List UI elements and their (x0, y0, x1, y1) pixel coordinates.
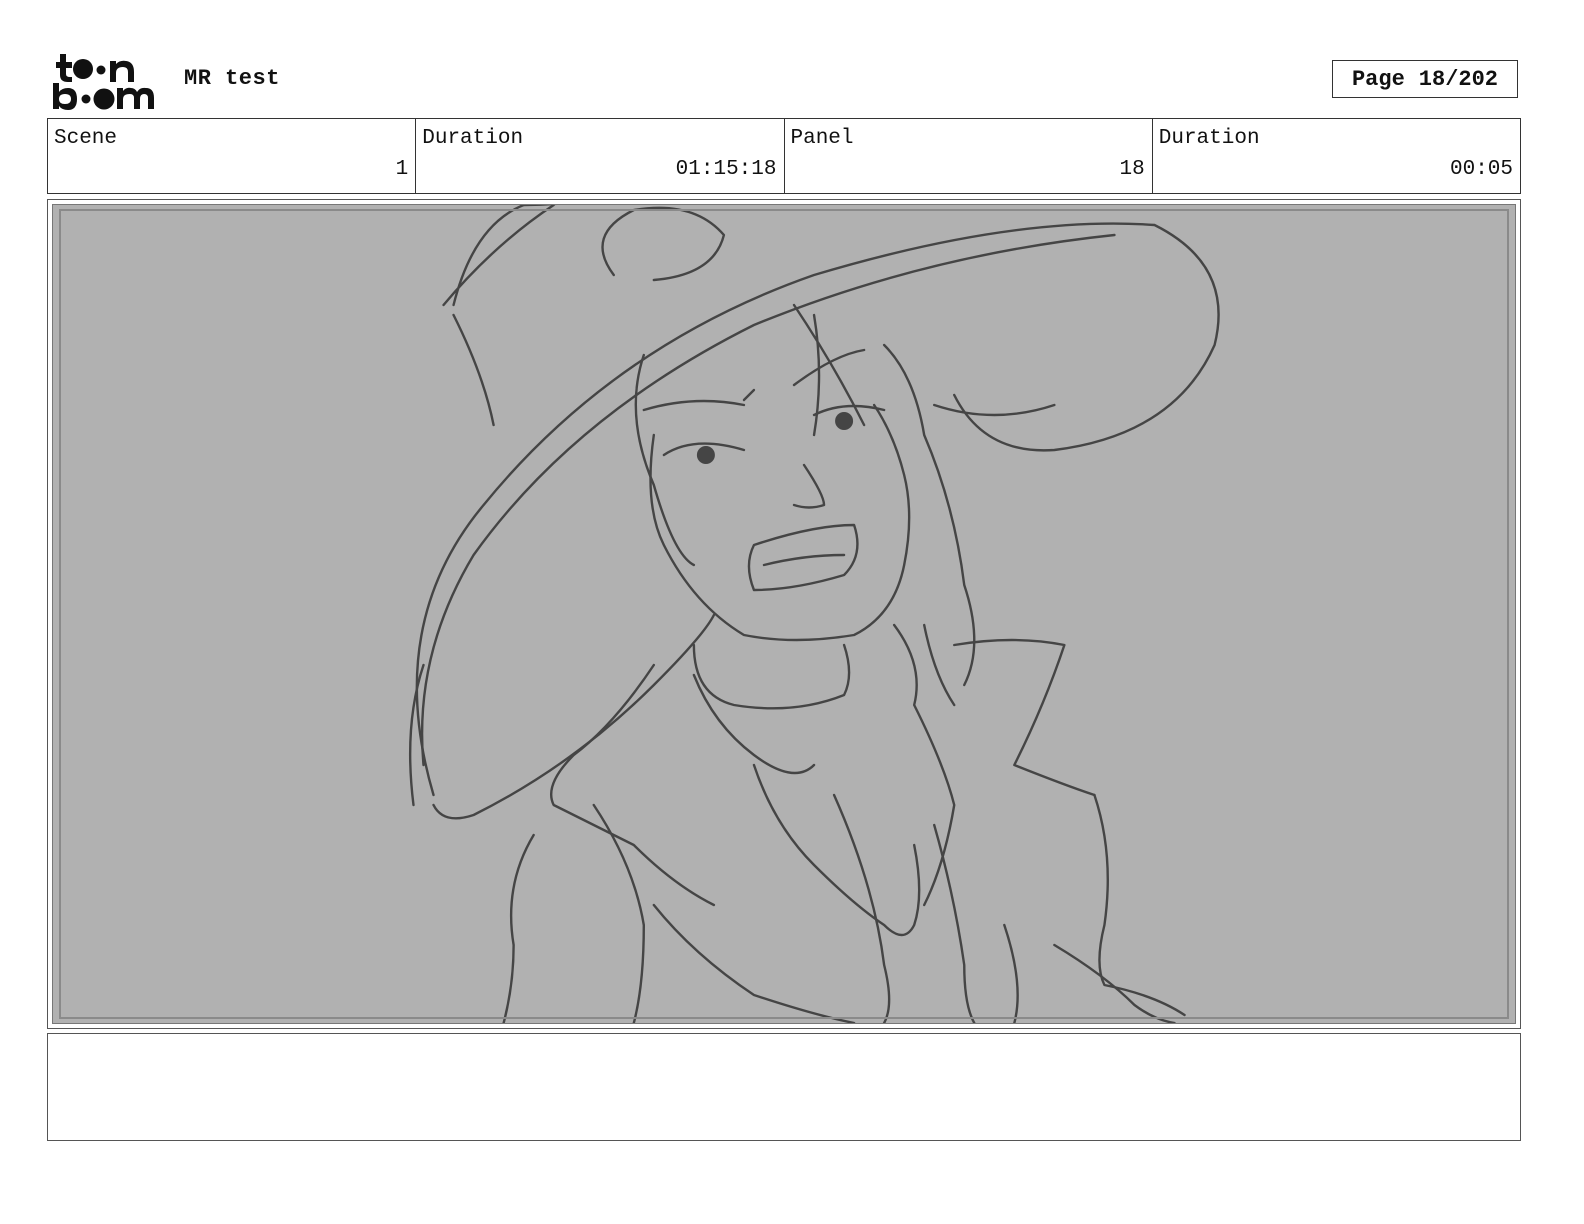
panel-duration-value: 00:05 (1449, 158, 1513, 181)
scene-value: 1 (395, 158, 409, 181)
panel-duration-label: Duration (1158, 127, 1260, 150)
panel-duration-cell: Duration 00:05 (1153, 119, 1520, 193)
scene-duration-cell: Duration 01:15:18 (416, 119, 785, 193)
panel-value: 18 (1119, 158, 1145, 181)
page-indicator: Page 18/202 (1332, 60, 1518, 98)
project-title: MR test (184, 66, 280, 91)
scene-info-table: Scene 1 Duration 01:15:18 Panel 18 Durat… (47, 118, 1521, 194)
panel-safe-area-border (59, 209, 1509, 1019)
panel-label: Panel (790, 127, 854, 150)
scene-cell: Scene 1 (48, 119, 417, 193)
scene-duration-label: Duration (422, 127, 524, 150)
storyboard-panel (47, 199, 1521, 1029)
scene-label: Scene (54, 127, 118, 150)
page-number: 18/202 (1418, 66, 1499, 92)
panel-notes-area[interactable] (47, 1033, 1521, 1141)
panel-drawing-area (52, 204, 1516, 1024)
toon-boom-logo (53, 54, 154, 110)
scene-duration-value: 01:15:18 (675, 158, 777, 181)
panel-cell: Panel 18 (785, 119, 1153, 193)
page-label: Page (1351, 66, 1405, 92)
